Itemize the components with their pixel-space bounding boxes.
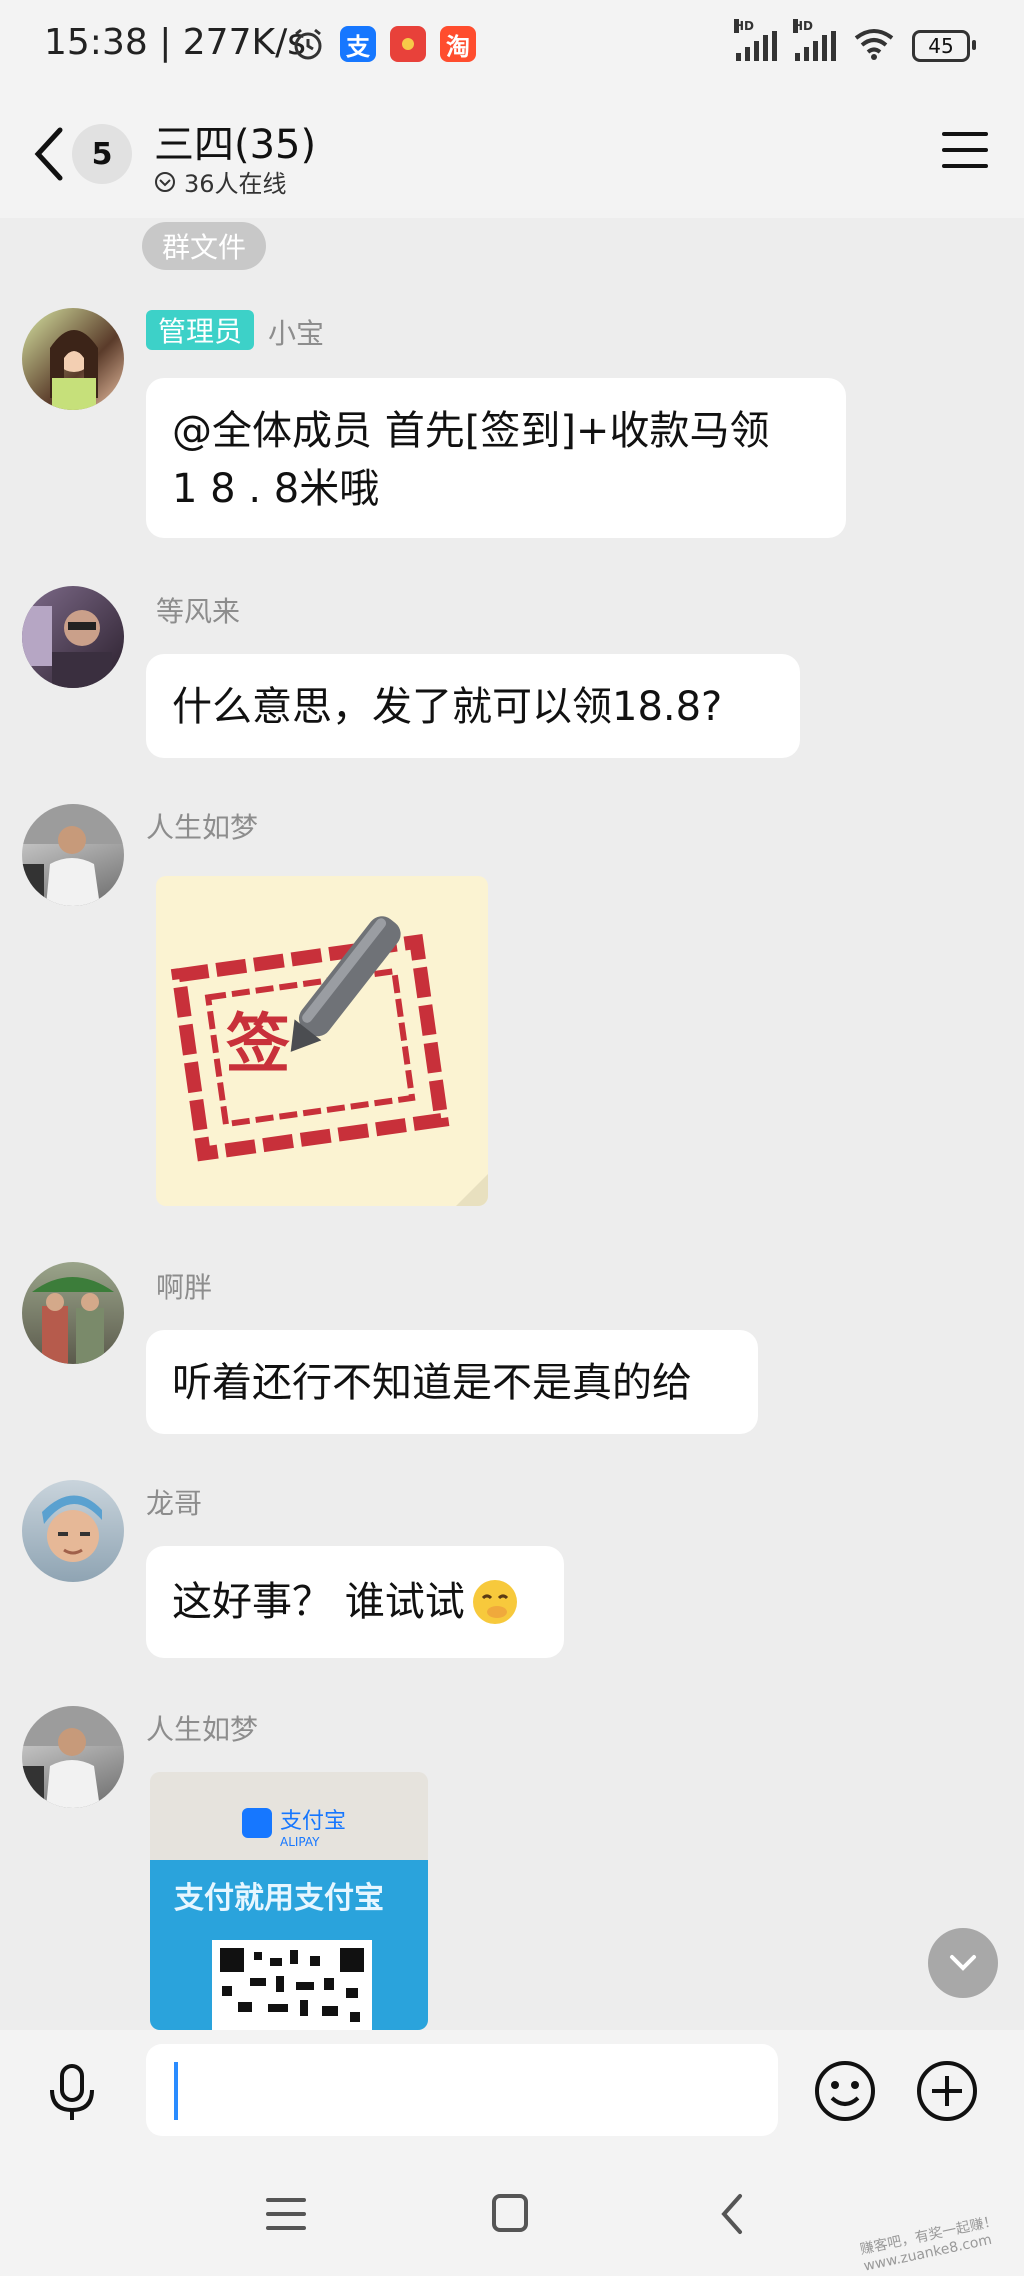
signal-icon: HD (793, 19, 836, 61)
voice-button[interactable] (40, 2060, 104, 2124)
microphone-icon (50, 2064, 94, 2120)
svg-text:ALIPAY: ALIPAY (280, 1835, 320, 1849)
menu-lines-icon (266, 2198, 306, 2230)
chevron-left-icon (34, 127, 63, 181)
covering-mouth-emoji-icon (472, 1580, 517, 1624)
sender-name[interactable]: 等风来 (156, 590, 240, 630)
online-status[interactable]: 36人在线 (154, 164, 287, 199)
back-button[interactable] (30, 126, 70, 186)
emoji-button[interactable] (812, 2058, 878, 2124)
alipay-icon: 支 (340, 26, 376, 62)
sender-name[interactable]: 啊胖 (156, 1266, 212, 1306)
red-packet-icon (390, 26, 426, 62)
stamp-pen-icon: 签 (170, 916, 488, 1206)
taobao-icon: 淘 (440, 26, 476, 62)
signal-icon: HD (734, 19, 777, 61)
sender-name[interactable]: 龙哥 (146, 1482, 202, 1522)
avatar[interactable] (22, 1480, 124, 1582)
chevron-left-icon (721, 2194, 742, 2234)
unread-count-badge[interactable]: 5 (72, 124, 132, 184)
svg-text:支付宝: 支付宝 (280, 1809, 346, 1834)
message-bubble[interactable]: 听着还行不知道是不是真的给 (146, 1330, 758, 1434)
avatar[interactable] (22, 1706, 124, 1808)
home-square-icon (492, 2194, 528, 2232)
message-input[interactable] (146, 2044, 778, 2136)
status-time: 15:38 | 277K/s (44, 22, 306, 63)
home-button[interactable] (486, 2192, 534, 2236)
plus-circle-icon (917, 2061, 977, 2121)
sender-name[interactable]: 小宝 (268, 312, 324, 352)
message-bubble[interactable]: @全体成员 首先[签到]+收款马领 1 8 . 8米哦 (146, 378, 846, 538)
message-bubble[interactable]: 什么意思，发了就可以领18.8? (146, 654, 800, 758)
chevron-down-icon (950, 1955, 976, 1971)
message-text: 这好事？ 谁试试 (172, 1579, 465, 1625)
admin-role-tag: 管理员 (146, 310, 255, 350)
avatar[interactable] (22, 1262, 124, 1364)
avatar[interactable] (22, 804, 124, 906)
status-system-icons: HD HD 45 (734, 19, 976, 64)
recents-button[interactable] (262, 2192, 310, 2236)
group-title[interactable]: 三四(35) (154, 112, 316, 170)
avatar[interactable] (22, 308, 124, 410)
message-bubble[interactable]: 这好事？ 谁试试 (146, 1546, 564, 1658)
svg-text:支付就用支付宝: 支付就用支付宝 (174, 1881, 384, 1916)
svg-text:签: 签 (226, 1008, 290, 1082)
chevron-down-circle-icon (155, 171, 175, 192)
status-app-icons: 支 淘 (290, 26, 476, 62)
sender-name[interactable]: 人生如梦 (146, 1708, 258, 1748)
alipay-qr-photo[interactable]: 支付宝 ALIPAY 支付就用支付宝 (150, 1772, 428, 2030)
text-cursor (174, 2062, 178, 2120)
scroll-to-bottom-button[interactable] (928, 1928, 998, 1998)
avatar[interactable] (22, 586, 124, 688)
battery-icon: 45 (912, 30, 976, 62)
sign-in-sticker[interactable]: 签 (156, 876, 488, 1206)
sender-name[interactable]: 人生如梦 (146, 806, 258, 846)
wifi-icon (854, 28, 894, 64)
alipay-qr-poster: 支付宝 ALIPAY 支付就用支付宝 (150, 1772, 428, 2030)
online-count-label: 36人在线 (184, 170, 287, 198)
alarm-icon (290, 26, 326, 62)
system-back-button[interactable] (712, 2190, 752, 2238)
group-files-chip[interactable]: 群文件 (142, 222, 267, 270)
smiley-icon (815, 2061, 875, 2121)
more-button[interactable] (914, 2058, 980, 2124)
menu-button[interactable] (942, 132, 988, 172)
